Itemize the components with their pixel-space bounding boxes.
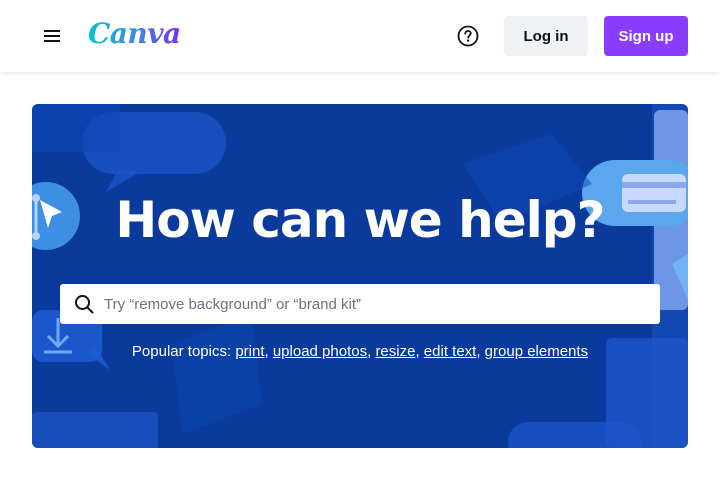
popular-topics: Popular topics: print, upload photos, re… — [32, 342, 688, 362]
search-icon — [75, 295, 94, 314]
login-button[interactable]: Log in — [504, 16, 588, 56]
help-circle-icon — [457, 25, 479, 47]
hero-background-illustration — [32, 104, 688, 448]
hamburger-menu-icon — [44, 30, 60, 42]
top-header: Canva Log in Sign up — [0, 0, 720, 72]
menu-button[interactable] — [36, 20, 68, 52]
popular-topics-label: Popular topics: — [131, 343, 232, 360]
canva-logo[interactable]: Canva — [88, 14, 181, 54]
topic-link-group-elements[interactable]: group elements — [485, 343, 588, 360]
topic-separator: , — [367, 343, 372, 360]
topic-link-edit-text[interactable]: edit text — [424, 343, 477, 360]
signup-button[interactable]: Sign up — [604, 16, 688, 56]
help-button[interactable] — [452, 20, 484, 52]
help-search-box[interactable] — [60, 284, 660, 324]
topic-link-upload-photos[interactable]: upload photos — [273, 343, 367, 360]
search-input[interactable] — [104, 284, 652, 324]
topic-separator: , — [476, 343, 481, 360]
topic-separator: , — [264, 343, 269, 360]
topic-separator: , — [415, 343, 420, 360]
topic-link-resize[interactable]: resize — [375, 343, 415, 360]
help-hero-banner: How can we help? Popular topics: print, … — [32, 104, 688, 448]
hero-title: How can we help? — [115, 191, 605, 249]
topic-link-print[interactable]: print — [235, 343, 264, 360]
